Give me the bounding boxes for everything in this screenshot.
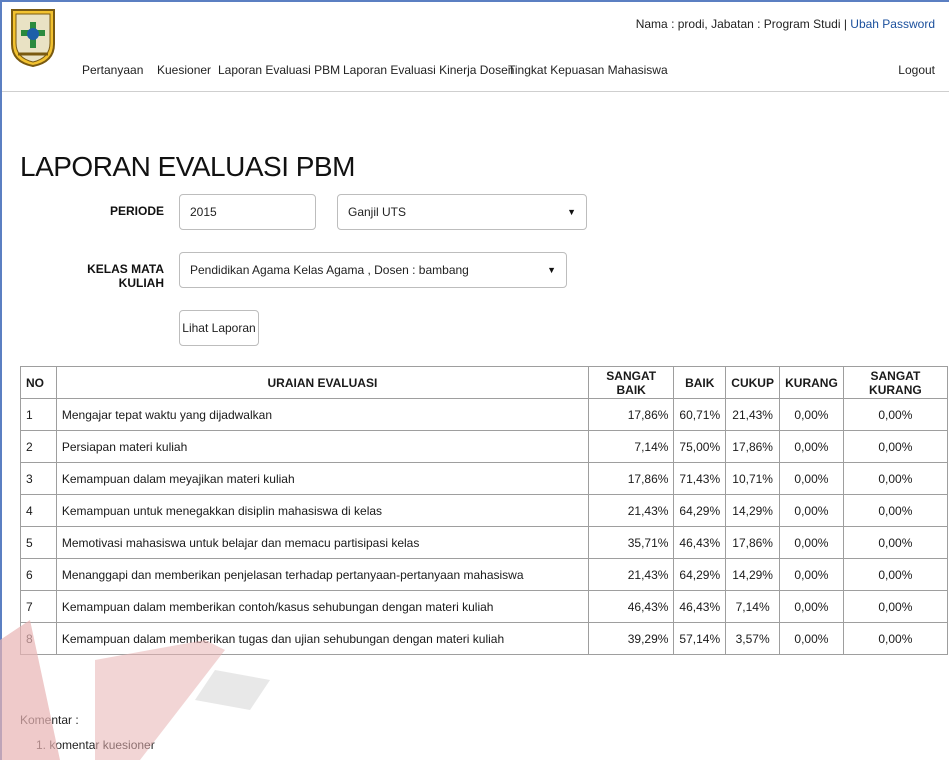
table-row: 7 Kemampuan dalam memberikan contoh/kasu… (20, 590, 949, 623)
nav-tingkat-kepuasan-mahasiswa[interactable]: Tingkat Kepuasan Mahasiswa (508, 63, 668, 77)
table-row: 1 Mengajar tepat waktu yang dijadwalkan … (20, 398, 949, 431)
kelas-select[interactable]: Pendidikan Agama Kelas Agama , Dosen : b… (179, 252, 567, 288)
kelas-label: KELAS MATA KULIAH (87, 262, 164, 290)
row-kurang: 0,00% (779, 590, 844, 623)
row-uraian: Kemampuan dalam meyajikan materi kuliah (55, 462, 589, 495)
row-no: 5 (20, 526, 57, 559)
header-uraian: URAIAN EVALUASI (55, 366, 589, 399)
row-baik: 60,71% (673, 398, 727, 431)
logout-link[interactable]: Logout (898, 63, 935, 77)
lihat-laporan-button[interactable]: Lihat Laporan (179, 310, 259, 346)
row-no: 3 (20, 462, 57, 495)
row-sangat-kurang: 0,00% (842, 494, 949, 527)
row-uraian: Persiapan materi kuliah (55, 430, 589, 463)
row-sangat-kurang: 0,00% (842, 558, 949, 591)
row-kurang: 0,00% (779, 494, 844, 527)
row-baik: 75,00% (673, 430, 727, 463)
row-no: 7 (20, 590, 57, 623)
row-cukup: 14,29% (725, 494, 781, 527)
caret-down-icon: ▼ (547, 265, 556, 275)
row-no: 8 (20, 622, 57, 655)
row-kurang: 0,00% (779, 430, 844, 463)
semester-value: Ganjil UTS (348, 205, 407, 219)
row-sangat-kurang: 0,00% (842, 622, 949, 655)
row-cukup: 3,57% (725, 622, 781, 655)
table-row: 4 Kemampuan untuk menegakkan disiplin ma… (20, 494, 949, 527)
header-no: NO (20, 366, 57, 399)
header-baik: BAIK (673, 366, 727, 399)
row-sangat-baik: 17,86% (587, 398, 675, 431)
row-sangat-baik: 21,43% (587, 558, 675, 591)
row-sangat-baik: 17,86% (587, 462, 675, 495)
row-uraian: Kemampuan dalam memberikan contoh/kasus … (55, 590, 589, 623)
row-uraian: Kemampuan dalam memberikan tugas dan uji… (55, 622, 589, 655)
row-uraian: Memotivasi mahasiswa untuk belajar dan m… (55, 526, 589, 559)
row-kurang: 0,00% (779, 462, 844, 495)
row-cukup: 17,86% (725, 430, 781, 463)
row-baik: 64,29% (673, 494, 727, 527)
komentar-item: 1. komentar kuesioner (36, 738, 155, 752)
row-baik: 46,43% (673, 590, 727, 623)
row-no: 2 (20, 430, 57, 463)
row-no: 4 (20, 494, 57, 527)
header-sangat-kurang: SANGAT KURANG (842, 366, 949, 399)
semester-select[interactable]: Ganjil UTS ▼ (337, 194, 587, 230)
row-sangat-baik: 39,29% (587, 622, 675, 655)
row-sangat-baik: 46,43% (587, 590, 675, 623)
table-row: 8 Kemampuan dalam memberikan tugas dan u… (20, 622, 949, 655)
row-sangat-kurang: 0,00% (842, 430, 949, 463)
row-baik: 57,14% (673, 622, 727, 655)
row-sangat-kurang: 0,00% (842, 590, 949, 623)
komentar-label: Komentar : (20, 713, 79, 727)
caret-down-icon: ▼ (567, 207, 576, 217)
nav-kuesioner[interactable]: Kuesioner (157, 63, 211, 77)
row-kurang: 0,00% (779, 526, 844, 559)
row-uraian: Kemampuan untuk menegakkan disiplin maha… (55, 494, 589, 527)
row-kurang: 0,00% (779, 622, 844, 655)
row-kurang: 0,00% (779, 398, 844, 431)
table-row: 3 Kemampuan dalam meyajikan materi kulia… (20, 462, 949, 495)
row-cukup: 14,29% (725, 558, 781, 591)
table-header-row: NO URAIAN EVALUASI SANGAT BAIK BAIK CUKU… (20, 366, 949, 399)
row-baik: 64,29% (673, 558, 727, 591)
periode-input[interactable]: 2015 (179, 194, 316, 230)
header-cukup: CUKUP (725, 366, 781, 399)
row-cukup: 7,14% (725, 590, 781, 623)
table-row: 2 Persiapan materi kuliah 7,14% 75,00% 1… (20, 430, 949, 463)
main-nav: Pertanyaan Kuesioner Laporan Evaluasi PB… (2, 2, 949, 92)
row-uraian: Menanggapi dan memberikan penjelasan ter… (55, 558, 589, 591)
row-uraian: Mengajar tepat waktu yang dijadwalkan (55, 398, 589, 431)
lihat-laporan-label: Lihat Laporan (182, 321, 256, 335)
evaluation-table: NO URAIAN EVALUASI SANGAT BAIK BAIK CUKU… (20, 366, 949, 655)
table-row: 6 Menanggapi dan memberikan penjelasan t… (20, 558, 949, 591)
row-cukup: 21,43% (725, 398, 781, 431)
kelas-value: Pendidikan Agama Kelas Agama , Dosen : b… (190, 263, 469, 277)
row-sangat-kurang: 0,00% (842, 526, 949, 559)
top-header: Nama : prodi, Jabatan : Program Studi | … (2, 2, 949, 92)
page-title: LAPORAN EVALUASI PBM (20, 151, 355, 182)
header-sangat-baik: SANGAT BAIK (587, 366, 675, 399)
row-baik: 46,43% (673, 526, 727, 559)
row-cukup: 17,86% (725, 526, 781, 559)
row-no: 6 (20, 558, 57, 591)
table-row: 5 Memotivasi mahasiswa untuk belajar dan… (20, 526, 949, 559)
row-sangat-kurang: 0,00% (842, 398, 949, 431)
row-sangat-baik: 7,14% (587, 430, 675, 463)
row-sangat-kurang: 0,00% (842, 462, 949, 495)
periode-value: 2015 (190, 205, 217, 219)
nav-pertanyaan[interactable]: Pertanyaan (82, 63, 143, 77)
row-no: 1 (20, 398, 57, 431)
nav-laporan-evaluasi-kinerja-dosen[interactable]: Laporan Evaluasi Kinerja Dosen (343, 63, 514, 77)
row-kurang: 0,00% (779, 558, 844, 591)
row-cukup: 10,71% (725, 462, 781, 495)
nav-laporan-evaluasi-pbm[interactable]: Laporan Evaluasi PBM (218, 63, 340, 77)
periode-label: PERIODE (109, 204, 164, 218)
header-kurang: KURANG (779, 366, 844, 399)
row-baik: 71,43% (673, 462, 727, 495)
row-sangat-baik: 21,43% (587, 494, 675, 527)
row-sangat-baik: 35,71% (587, 526, 675, 559)
